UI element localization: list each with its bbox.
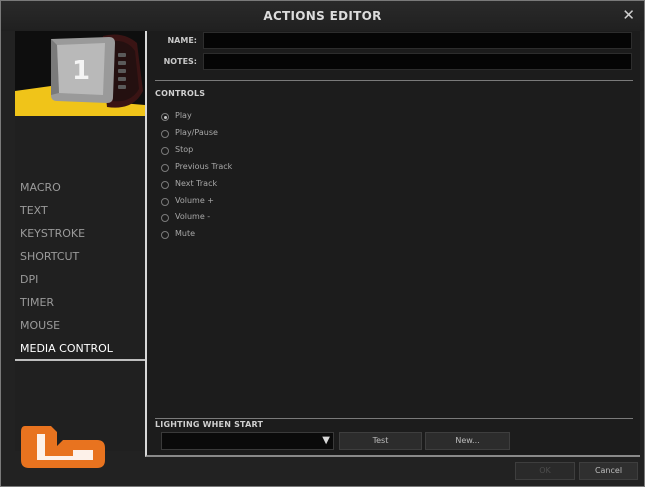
action-type-nav: MACRO TEXT KEYSTROKE SHORTCUT DPI TIMER … <box>15 178 145 361</box>
divider <box>155 80 633 81</box>
device-thumbnail: 1 <box>15 31 145 116</box>
ok-button[interactable]: OK <box>515 462 575 480</box>
radio-indicator[interactable] <box>161 181 169 189</box>
nav-item-keystroke[interactable]: KEYSTROKE <box>15 224 145 247</box>
radio-label: Stop <box>175 145 194 154</box>
left-panel: 1 MACRO TEXT KEYSTROKE SHORTCUT DPI TIME… <box>15 31 145 451</box>
mouse-button-image: 1 <box>15 31 145 116</box>
radio-label: Volume - <box>175 212 211 221</box>
radio-indicator[interactable] <box>161 214 169 222</box>
radio-label: Play/Pause <box>175 128 218 137</box>
radio-label: Play <box>175 111 192 120</box>
name-label: NAME: <box>167 36 197 45</box>
notes-label: NOTES: <box>163 57 197 66</box>
test-button[interactable]: Test <box>339 432 422 450</box>
nav-item-media-control[interactable]: MEDIA CONTROL <box>15 339 145 361</box>
radio-indicator[interactable] <box>161 198 169 206</box>
nav-item-text[interactable]: TEXT <box>15 201 145 224</box>
new-lighting-button[interactable]: New... <box>425 432 510 450</box>
notes-input[interactable] <box>203 53 632 70</box>
cancel-button[interactable]: Cancel <box>579 462 638 480</box>
divider <box>155 418 633 419</box>
editor-panel: NAME: NOTES: CONTROLS Play Play/Pause St… <box>145 31 640 457</box>
brand-logo <box>21 426 105 468</box>
window-title: ACTIONS EDITOR <box>263 9 382 23</box>
name-input[interactable] <box>203 32 632 49</box>
nav-item-macro[interactable]: MACRO <box>15 178 145 201</box>
radio-label: Mute <box>175 229 196 238</box>
title-bar: ACTIONS EDITOR ✕ <box>1 1 644 31</box>
dropdown-arrow-icon[interactable]: ▼ <box>322 433 330 449</box>
nav-item-mouse[interactable]: MOUSE <box>15 316 145 339</box>
radio-label: Volume + <box>175 196 214 205</box>
key-number: 1 <box>72 56 90 86</box>
controls-heading: CONTROLS <box>155 89 206 98</box>
radio-indicator[interactable] <box>161 130 169 138</box>
lighting-select[interactable]: ▼ <box>161 432 334 450</box>
radio-label: Previous Track <box>175 162 233 171</box>
nav-item-shortcut[interactable]: SHORTCUT <box>15 247 145 270</box>
radio-indicator[interactable] <box>161 231 169 239</box>
radio-indicator[interactable] <box>161 164 169 172</box>
nav-item-dpi[interactable]: DPI <box>15 270 145 293</box>
radio-indicator[interactable] <box>161 147 169 155</box>
radio-label: Next Track <box>175 179 218 188</box>
lighting-heading: LIGHTING WHEN START <box>155 420 264 429</box>
radio-indicator[interactable] <box>161 113 169 121</box>
nav-item-timer[interactable]: TIMER <box>15 293 145 316</box>
close-icon[interactable]: ✕ <box>622 7 635 23</box>
actions-editor-window: ACTIONS EDITOR ✕ 1 MACRO TEXT KEYSTROKE … <box>0 0 645 487</box>
